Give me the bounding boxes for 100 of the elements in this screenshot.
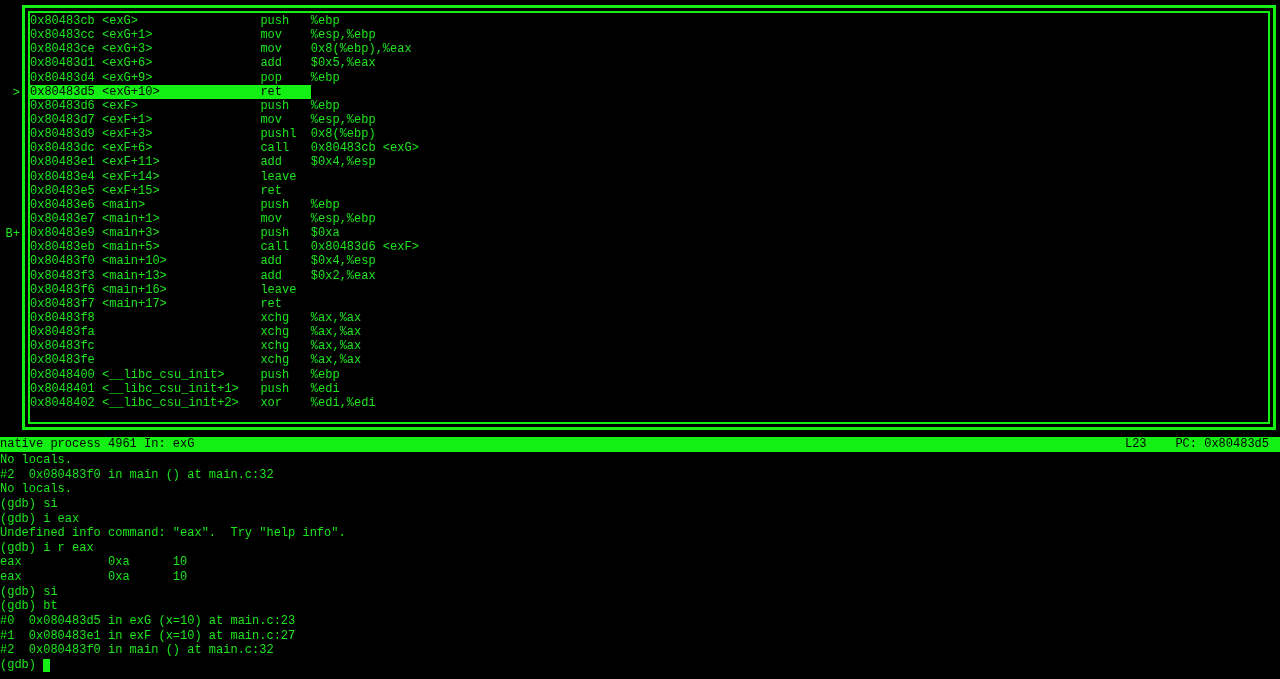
symbol-offset: <exG> [102,14,138,28]
symbol-offset: <exF+11> [102,155,160,170]
instruction-mnemonic: call [260,240,290,255]
instruction-operands: 0x80483cb <exG> [310,141,419,156]
instruction-address: 0x80483f0 [30,254,95,269]
instruction-address: 0x80483f6 [30,282,95,297]
symbol-offset: <main+3> [102,226,160,241]
instruction-address: 0x80483dc [30,141,95,156]
console-line: Undefined info command: "eax". Try "help info". [0,526,346,541]
instruction-mnemonic: xchg [260,339,290,354]
line-number: L23 [1124,437,1147,452]
instruction-address: 0x80483eb [30,240,95,255]
instruction-address: 0x80483d5 [30,84,95,99]
program-counter: PC: 0x80483d5 [1175,437,1269,452]
instruction-operands: %esp,%ebp [310,28,376,43]
instruction-operands: %ax,%ax [310,310,362,326]
symbol-offset: <exG+9> [102,70,153,85]
instruction-mnemonic: call [260,141,290,156]
instruction-mnemonic: push [260,98,290,113]
instruction-operands: 0x8(%ebp) [310,127,376,142]
instruction-address: 0x80483d9 [30,127,95,142]
instruction-mnemonic: ret [260,84,283,99]
symbol-offset: <exG+10> [102,84,160,99]
instruction-operands: %edi,%edi [310,395,376,410]
instruction-mnemonic: mov [260,28,283,43]
symbol-offset: <main+13> [102,268,167,283]
instruction-mnemonic: push [260,14,290,28]
console-line: eax 0xa 10 [0,555,188,570]
console-line: eax 0xa 10 [0,570,188,585]
console-line: (gdb) si [0,496,58,511]
instruction-address: 0x80483e9 [30,226,95,241]
symbol-offset: <main+10> [102,254,167,269]
symbol-offset: <exG+6> [102,56,153,71]
console-line: (gdb) i eax [0,511,80,526]
instruction-operands: $0x2,%eax [310,268,376,283]
instruction-address: 0x80483e1 [30,155,95,170]
instruction-operands: %ebp [310,70,340,85]
instruction-operands: $0x5,%eax [310,56,376,71]
console-line: #1 0x080483e1 in exF (x=10) at main.c:27 [0,628,296,643]
instruction-operands: %ax,%ax [310,325,362,340]
console-line: (gdb) si [0,584,58,599]
gdb-prompt[interactable]: (gdb) [0,657,44,673]
instruction-address: 0x80483d1 [30,56,95,71]
console-line: (gdb) bt [0,599,58,614]
instruction-mnemonic: push [260,226,290,241]
instruction-address: 0x8048402 [30,395,95,410]
instruction-address: 0x80483fe [30,353,95,368]
instruction-operands: %ebp [310,98,340,113]
instruction-mnemonic: add [260,155,283,170]
text-cursor [43,658,51,672]
instruction-address: 0x80483cc [30,28,95,43]
instruction-address: 0x80483d7 [30,113,95,127]
instruction-address: 0x80483fc [30,339,95,354]
current-function: In: exG [144,437,195,452]
symbol-offset: <main+5> [102,240,160,255]
instruction-address: 0x80483f7 [30,296,95,311]
instruction-mnemonic: ret [260,296,283,311]
instruction-operands: $0xa [310,226,340,241]
symbol-offset: <main> [102,197,146,212]
instruction-mnemonic: mov [260,42,283,57]
symbol-offset: <exF+1> [102,113,153,127]
instruction-mnemonic: mov [260,113,283,127]
console-line: No locals. [0,453,72,467]
instruction-mnemonic: pop [260,70,283,85]
instruction-address: 0x80483ce [30,42,95,57]
console-line: #2 0x080483f0 in main () at main.c:32 [0,467,274,482]
symbol-offset: <exF+15> [102,183,160,198]
instruction-mnemonic: push [260,381,290,396]
instruction-address: 0x80483e4 [30,169,95,184]
instruction-mnemonic: xchg [260,325,290,340]
instruction-operands: %ebp [310,197,340,212]
symbol-offset: <main+17> [102,296,167,311]
symbol-offset: <__libc_csu_init+2> [102,395,239,410]
instruction-mnemonic: push [260,197,290,212]
instruction-address: 0x80483e6 [30,197,95,212]
symbol-offset: <exF+14> [102,169,160,184]
instruction-address: 0x8048400 [30,367,95,382]
instruction-address: 0x80483f3 [30,268,95,283]
instruction-address: 0x80483d4 [30,70,95,85]
line-marker: > [12,85,20,100]
instruction-mnemonic: leave [260,169,297,184]
symbol-offset: <exG+3> [102,42,153,57]
symbol-offset: <__libc_csu_init> [102,367,225,382]
symbol-offset: <main+16> [102,282,167,297]
instruction-operands: 0x8(%ebp),%eax [310,42,412,57]
instruction-operands: %ax,%ax [310,353,362,368]
instruction-mnemonic: pushl [260,127,297,142]
instruction-operands: $0x4,%esp [310,254,376,269]
instruction-address: 0x8048401 [30,381,95,396]
instruction-operands: $0x4,%esp [310,155,376,170]
symbol-offset: <exF+3> [102,127,153,142]
console-line: #0 0x080483d5 in exG (x=10) at main.c:23 [0,614,296,629]
instruction-operands: %ebp [310,14,340,29]
instruction-mnemonic: push [260,367,290,382]
instruction-mnemonic: add [260,56,283,71]
instruction-mnemonic: leave [260,282,297,297]
symbol-offset: <__libc_csu_init+1> [102,381,239,396]
console-line: #2 0x080483f0 in main () at main.c:32 [0,643,274,658]
instruction-operands: 0x80483d6 <exF> [310,240,419,255]
symbol-offset: <exF> [102,98,138,113]
